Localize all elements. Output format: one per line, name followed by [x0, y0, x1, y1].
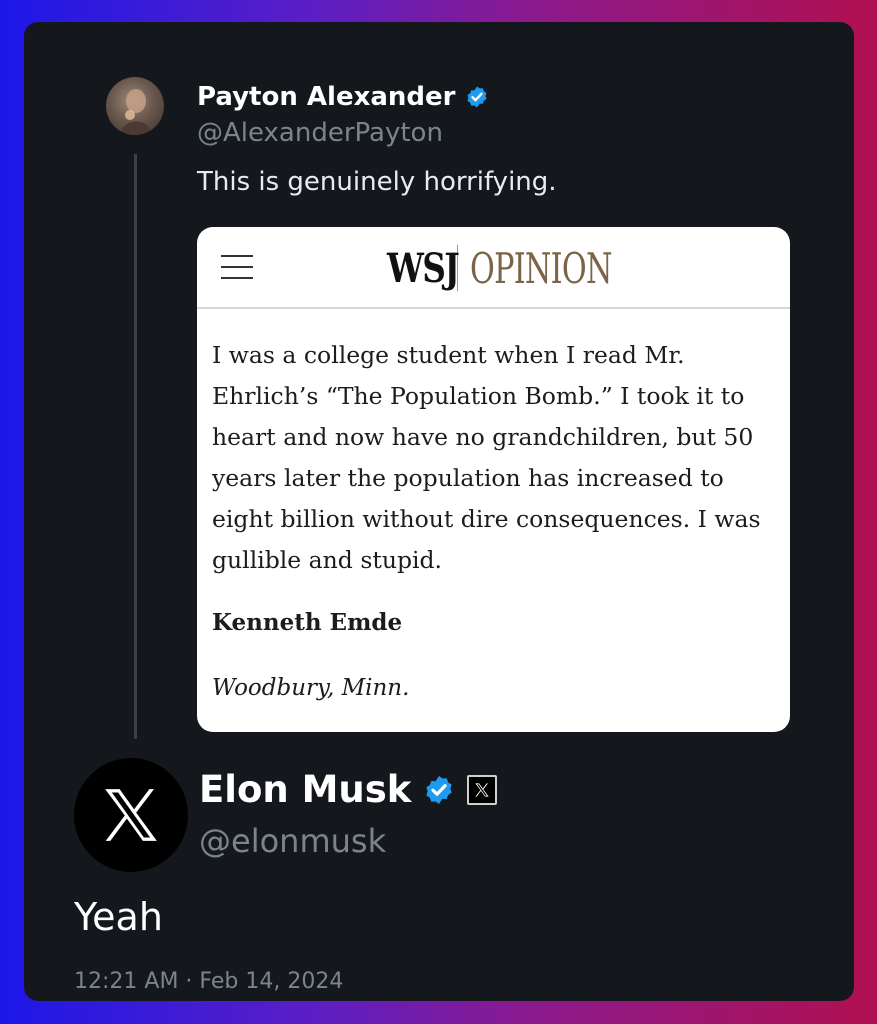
verified-badge-icon [426, 775, 453, 804]
thread-connector-line [134, 154, 137, 739]
hamburger-menu-icon [221, 255, 253, 279]
x-badge-glyph-icon [475, 782, 490, 797]
wsj-opinion-logo: WSJ OPINION [387, 243, 667, 293]
user-avatar-photo [120, 89, 152, 135]
main-author-row[interactable]: Elon Musk [199, 768, 498, 811]
elon-avatar[interactable] [74, 758, 188, 872]
tweet-card: Payton Alexander @AlexanderPayton This i… [24, 22, 854, 1001]
opinion-logo-text: OPINION [470, 243, 612, 293]
letter-body: I was a college student when I read Mr. … [212, 341, 761, 574]
x-logo-icon [105, 789, 157, 841]
main-author-handle[interactable]: @elonmusk [199, 822, 386, 860]
wsj-opinion-image[interactable]: WSJ OPINION I was a college student when… [197, 227, 790, 732]
quoted-tweet-text: This is genuinely horrifying. [197, 167, 557, 197]
main-tweet-text: Yeah [74, 895, 163, 939]
wsj-logo-text: WSJ [387, 244, 460, 292]
quoted-author-row[interactable]: Payton Alexander [197, 82, 489, 112]
main-author-name[interactable]: Elon Musk [199, 768, 411, 811]
wsj-header: WSJ OPINION [197, 227, 790, 309]
tweet-timestamp[interactable]: 12:21 AM · Feb 14, 2024 [74, 969, 343, 994]
quoted-author-name[interactable]: Payton Alexander [197, 82, 455, 112]
verified-badge-icon [467, 86, 487, 108]
x-affiliate-badge-icon[interactable] [467, 774, 498, 805]
payton-avatar[interactable] [106, 77, 164, 135]
quoted-author-handle[interactable]: @AlexanderPayton [197, 118, 443, 148]
letter-author: Kenneth Emde [212, 609, 403, 636]
letter-location: Woodbury, Minn. [212, 675, 410, 701]
